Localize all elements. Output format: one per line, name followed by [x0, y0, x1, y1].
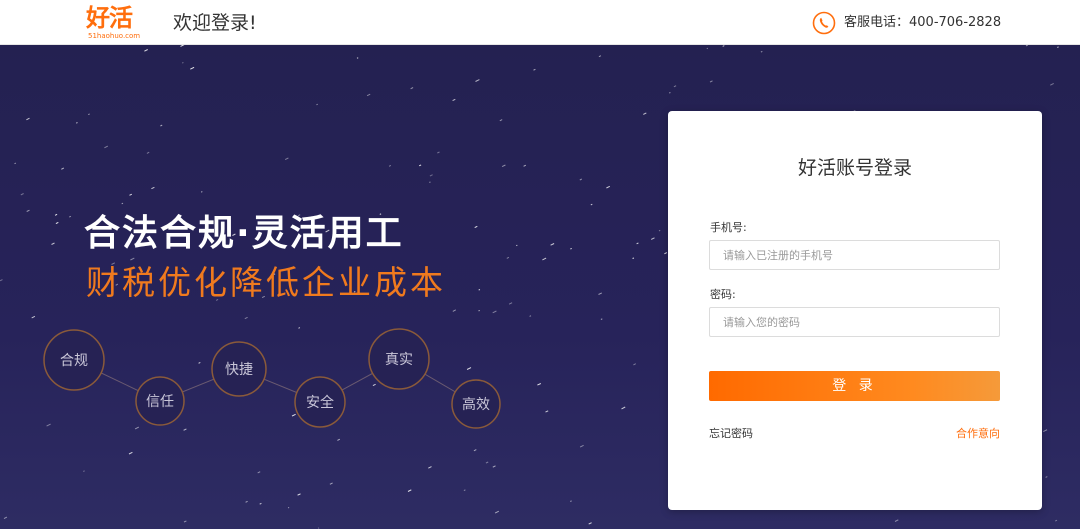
star: [600, 318, 603, 320]
star: [570, 247, 572, 250]
feature-network: 合规信任 快捷安全 真实高效: [43, 328, 501, 429]
star: [632, 257, 635, 259]
star: [668, 92, 671, 94]
star: [894, 519, 899, 522]
star: [658, 229, 661, 232]
star: [664, 252, 668, 255]
star: [621, 406, 626, 410]
star: [590, 203, 593, 206]
login-button[interactable]: 登 录: [709, 371, 1000, 401]
star: [722, 45, 725, 47]
phone-label: 手机号:: [710, 221, 747, 234]
top-bar: 好活 51haohuo.com 欢迎登录! 客服电话：400-706-2828: [0, 0, 1080, 45]
star: [709, 80, 713, 83]
star: [633, 363, 637, 366]
page-title: 欢迎登录!: [173, 12, 257, 34]
star: [706, 47, 709, 50]
service-phone: 客服电话：400-706-2828: [844, 15, 1002, 30]
star: [1045, 476, 1048, 478]
star: [570, 500, 572, 502]
cooperate-link[interactable]: 合作意向: [956, 427, 1000, 441]
password-label: 密码:: [710, 288, 736, 301]
star: [598, 292, 603, 295]
star: [1054, 519, 1058, 522]
star: [1057, 46, 1059, 48]
feature-label: 合规: [60, 353, 88, 369]
star: [579, 178, 583, 181]
phone-icon: [812, 11, 836, 35]
feature-label: 高效: [462, 396, 490, 413]
feature-label: 真实: [385, 352, 413, 368]
logo-subtext: 51haohuo.com: [88, 32, 141, 40]
forgot-password-link[interactable]: 忘记密码: [709, 427, 753, 441]
star: [1025, 45, 1029, 47]
logo-text: 好活: [86, 4, 133, 32]
phone-input[interactable]: [709, 240, 1000, 270]
feature-label: 信任: [146, 394, 174, 410]
star: [650, 237, 655, 240]
star: [598, 55, 602, 58]
star: [673, 85, 677, 88]
feature-label: 安全: [306, 394, 334, 411]
logo[interactable]: 好活 51haohuo.com: [86, 4, 142, 41]
login-card: 好活账号登录 手机号: 密码: 登 录 忘记密码 合作意向: [668, 111, 1042, 510]
login-title: 好活账号登录: [797, 157, 912, 179]
star: [636, 242, 639, 245]
star: [1050, 82, 1054, 86]
star: [760, 50, 763, 53]
password-input[interactable]: [709, 307, 1000, 337]
star: [643, 112, 647, 115]
star: [579, 444, 584, 448]
star: [606, 185, 611, 189]
feature-label: 快捷: [225, 362, 253, 378]
star: [588, 522, 592, 525]
star: [1043, 429, 1048, 433]
